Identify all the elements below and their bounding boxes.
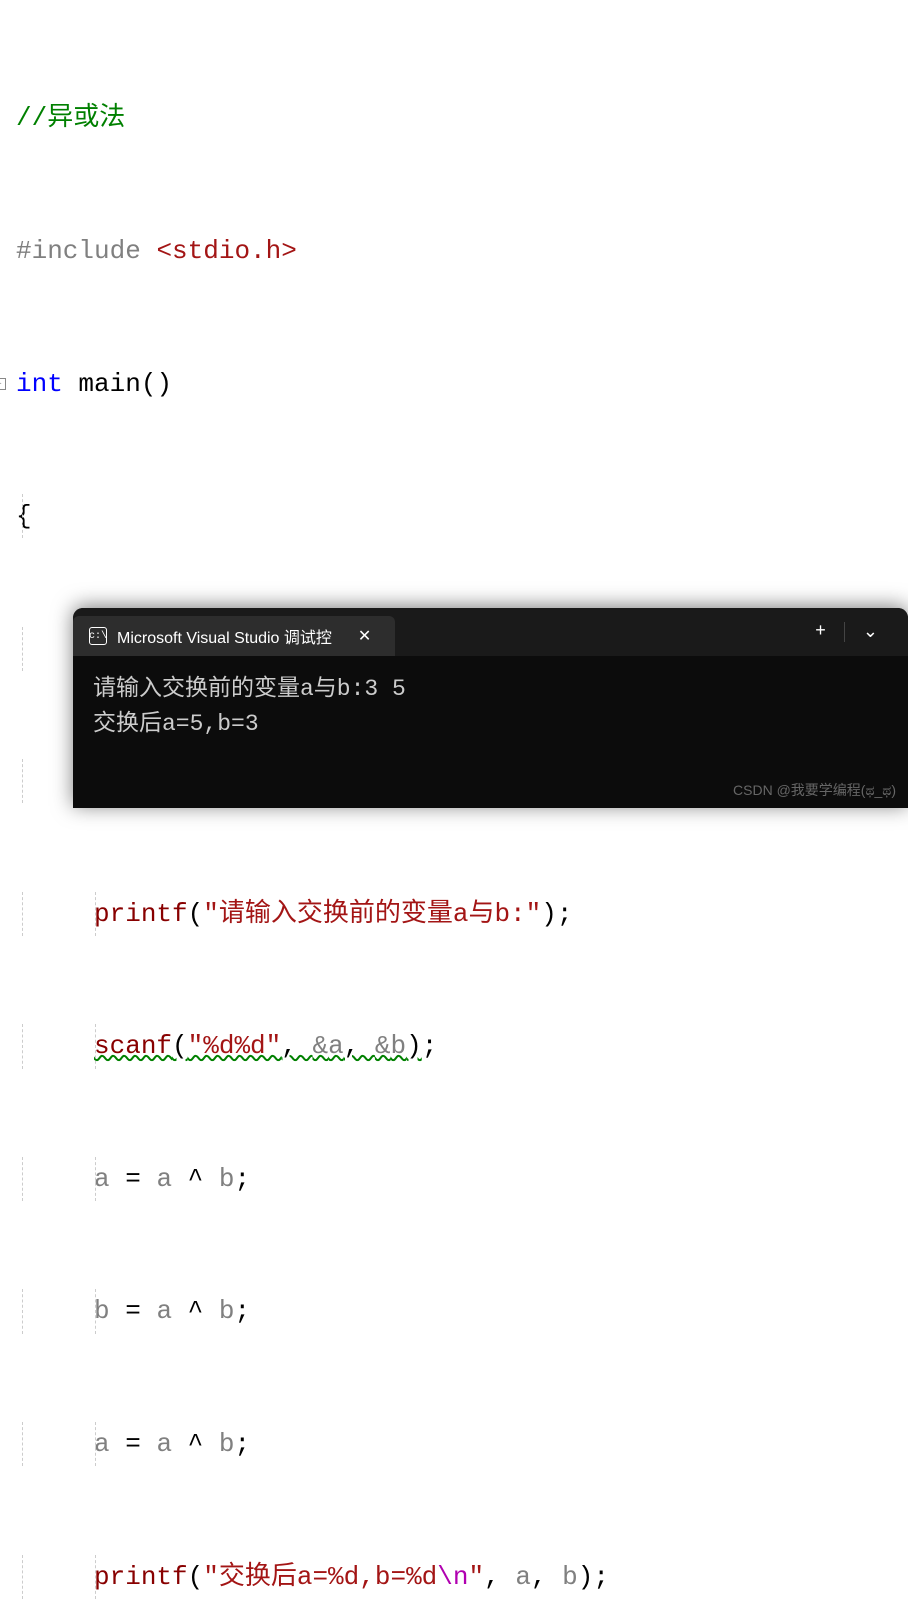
close-icon[interactable]: ✕ <box>350 622 379 650</box>
include-path: <stdio.h> <box>156 236 296 266</box>
code-line-main: -int main() <box>0 362 908 406</box>
code-line-xor2: b = a ^ b; <box>0 1289 908 1333</box>
terminal-icon: c:\ <box>89 627 107 645</box>
int-keyword: int <box>16 369 63 399</box>
printf-call: printf <box>94 899 188 929</box>
code-line-printf1: printf("请输入交换前的变量a与b:"); <box>0 892 908 936</box>
code-line-include: #include <stdio.h> <box>0 229 908 273</box>
code-editor[interactable]: //异或法 #include <stdio.h> -int main() { i… <box>0 0 908 1616</box>
comment-text: //异或法 <box>16 103 125 133</box>
divider <box>844 622 845 642</box>
fold-marker-icon[interactable]: - <box>0 378 6 390</box>
string-literal: "请输入交换前的变量a与b:" <box>203 899 541 929</box>
terminal-window: c:\ Microsoft Visual Studio 调试控 ✕ + ⌄ 请输… <box>73 608 908 808</box>
open-brace: { <box>16 501 32 531</box>
terminal-tab[interactable]: c:\ Microsoft Visual Studio 调试控 ✕ <box>73 616 395 656</box>
code-line-comment: //异或法 <box>0 96 908 140</box>
parens: () <box>141 369 172 399</box>
code-line-scanf: scanf("%d%d", &a, &b); <box>0 1024 908 1068</box>
printf-call: printf <box>94 1562 188 1592</box>
terminal-line: 交换后a=5,b=3 <box>93 707 888 742</box>
escape-sequence: \n <box>437 1562 468 1592</box>
terminal-actions: + ⌄ <box>801 613 908 651</box>
new-tab-button[interactable]: + <box>801 614 840 650</box>
format-string: "%d%d" <box>188 1031 282 1061</box>
terminal-line: 请输入交换前的变量a与b:3 5 <box>93 672 888 707</box>
include-directive: #include <box>16 236 141 266</box>
terminal-output[interactable]: 请输入交换前的变量a与b:3 5 交换后a=5,b=3 <box>73 656 908 757</box>
scanf-call: scanf <box>94 1031 172 1061</box>
code-line-printf2: printf("交换后a=%d,b=%d\n", a, b); <box>0 1555 908 1599</box>
code-line-xor1: a = a ^ b; <box>0 1157 908 1201</box>
main-func: main <box>78 369 140 399</box>
dropdown-icon[interactable]: ⌄ <box>849 613 892 651</box>
code-line-xor3: a = a ^ b; <box>0 1422 908 1466</box>
terminal-tab-title: Microsoft Visual Studio 调试控 <box>117 624 332 648</box>
watermark-text: CSDN @我要学编程(ಥ_ಥ) <box>733 780 896 800</box>
code-line-open-brace: { <box>0 494 908 538</box>
terminal-titlebar: c:\ Microsoft Visual Studio 调试控 ✕ + ⌄ <box>73 608 908 656</box>
